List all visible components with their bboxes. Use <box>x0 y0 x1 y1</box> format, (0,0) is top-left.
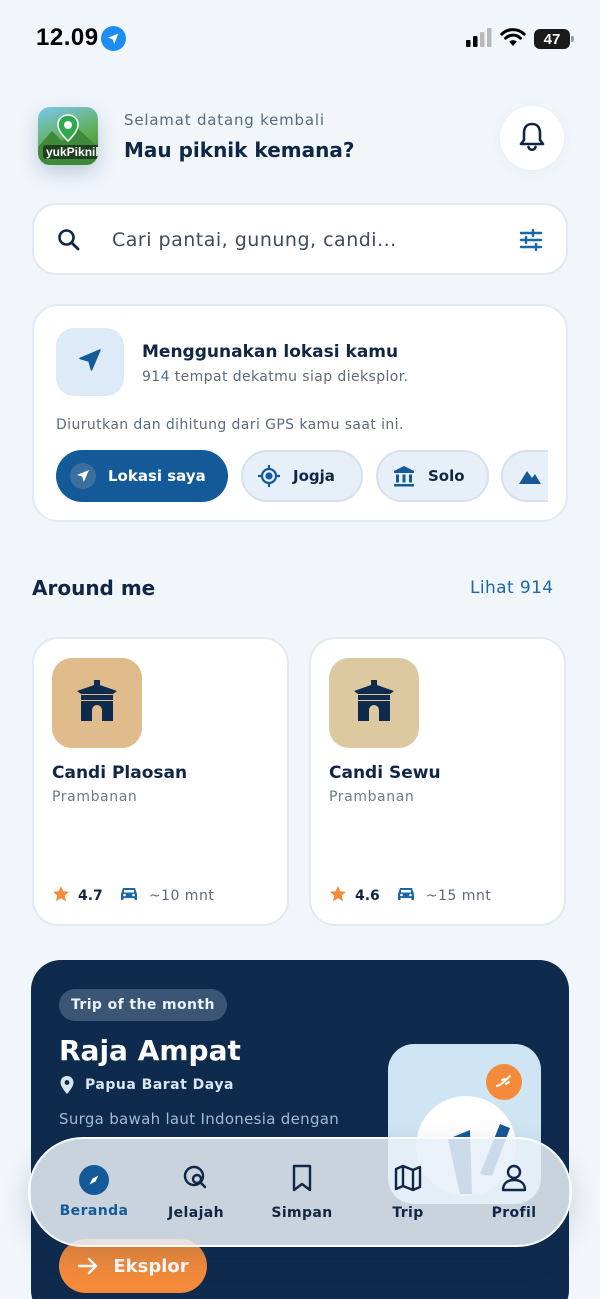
explore-button-label: Eksplor <box>113 1255 189 1277</box>
user-icon <box>500 1163 528 1197</box>
place-meta: 4.7 ~10 mnt <box>52 885 214 907</box>
logo-wordmark: yukPiknik <box>43 145 98 159</box>
location-card: Menggunakan lokasi kamu 914 tempat dekat… <box>32 304 568 522</box>
place-area: Prambanan <box>329 789 415 805</box>
chip-label: Solo <box>428 467 465 485</box>
place-thumbnail <box>329 658 419 748</box>
chip-label: Lokasi saya <box>108 467 206 485</box>
navigation-arrow-icon <box>75 345 105 379</box>
map-icon <box>393 1163 423 1197</box>
nav-label: Simpan <box>271 1205 333 1221</box>
arrow-right-icon <box>77 1257 99 1275</box>
chip-label: Jogja <box>293 467 335 485</box>
trip-location-label: Papua Barat Daya <box>85 1077 234 1093</box>
location-arrow-tile <box>56 328 124 396</box>
trip-badge-icon <box>486 1064 522 1100</box>
chip-mountain[interactable] <box>501 450 548 502</box>
bottom-navigation: Beranda Jelajah Simpan Trip Profil <box>28 1137 572 1247</box>
car-icon <box>396 885 416 907</box>
search-map-icon <box>181 1163 211 1197</box>
star-icon <box>52 885 70 907</box>
section-title-around-me: Around me <box>32 576 156 600</box>
location-pin-icon <box>59 1075 75 1095</box>
trip-badge: Trip of the month <box>59 989 227 1021</box>
search-bar[interactable] <box>32 203 568 275</box>
nav-item-jelajah[interactable]: Jelajah <box>142 1139 250 1245</box>
place-card[interactable]: Candi Plaosan Prambanan 4.7 ~10 mnt <box>32 637 289 926</box>
place-name: Candi Plaosan <box>52 763 188 783</box>
chip-jogja[interactable]: Jogja <box>241 450 363 502</box>
temple-icon <box>73 679 121 727</box>
chip-lokasi-saya[interactable]: Lokasi saya <box>56 450 228 502</box>
place-eta: ~10 mnt <box>148 888 215 904</box>
car-icon <box>119 885 139 907</box>
search-input[interactable] <box>112 223 492 257</box>
nav-label: Profil <box>491 1205 537 1221</box>
app-logo: yukPiknik <box>38 107 98 165</box>
place-area: Prambanan <box>52 789 138 805</box>
place-name: Candi Sewu <box>329 763 441 783</box>
notifications-button[interactable] <box>500 106 564 170</box>
nav-item-trip[interactable]: Trip <box>354 1139 462 1245</box>
location-subtitle: 914 tempat dekatmu siap dieksplor. <box>142 369 409 385</box>
search-icon <box>56 227 82 257</box>
temple-icon <box>350 679 398 727</box>
location-note: Diurutkan dan dihitung dari GPS kamu saa… <box>56 417 404 433</box>
nav-item-beranda[interactable]: Beranda <box>32 1139 160 1247</box>
battery-indicator: 47 <box>534 29 574 49</box>
compass-icon <box>79 1165 109 1195</box>
wifi-icon <box>500 27 526 51</box>
filter-icon[interactable] <box>518 227 544 257</box>
nav-label: Jelajah <box>168 1205 224 1221</box>
nav-label: Trip <box>392 1205 424 1221</box>
trip-title: Raja Ampat <box>59 1034 241 1067</box>
trip-of-month-card[interactable]: Trip of the month Raja Ampat Papua Barat… <box>31 960 569 1299</box>
bell-icon <box>518 121 546 155</box>
location-services-icon <box>101 26 126 51</box>
place-eta: ~15 mnt <box>425 888 492 904</box>
location-chips: Lokasi saya Jogja Solo <box>56 450 548 504</box>
status-time: 12.09 <box>36 24 99 51</box>
trip-location: Papua Barat Daya <box>59 1075 234 1095</box>
place-card[interactable]: Candi Sewu Prambanan 4.6 ~15 mnt <box>309 637 566 926</box>
mountain-icon <box>517 466 543 486</box>
trip-description: Surga bawah laut Indonesia dengan <box>59 1110 340 1128</box>
target-icon <box>257 464 281 488</box>
place-rating: 4.6 <box>355 888 380 904</box>
bookmark-icon <box>289 1163 315 1197</box>
explore-button[interactable]: Eksplor <box>59 1239 207 1293</box>
place-meta: 4.6 ~15 mnt <box>329 885 491 907</box>
see-all-link[interactable]: Lihat 914 <box>470 578 554 598</box>
place-thumbnail <box>52 658 142 748</box>
cellular-signal-icon <box>466 27 492 51</box>
nav-item-simpan[interactable]: Simpan <box>248 1139 356 1245</box>
location-title: Menggunakan lokasi kamu <box>142 342 399 362</box>
museum-icon <box>392 464 416 488</box>
star-icon <box>329 885 347 907</box>
place-rating: 4.7 <box>78 888 103 904</box>
status-bar: 12.09 47 <box>0 0 600 78</box>
nav-item-profil[interactable]: Profil <box>460 1139 568 1245</box>
nav-label: Beranda <box>59 1203 129 1219</box>
welcome-text: Selamat datang kembali <box>124 111 325 129</box>
page-title: Mau piknik kemana? <box>124 138 355 162</box>
chip-solo[interactable]: Solo <box>376 450 489 502</box>
navigation-arrow-icon <box>70 463 96 489</box>
